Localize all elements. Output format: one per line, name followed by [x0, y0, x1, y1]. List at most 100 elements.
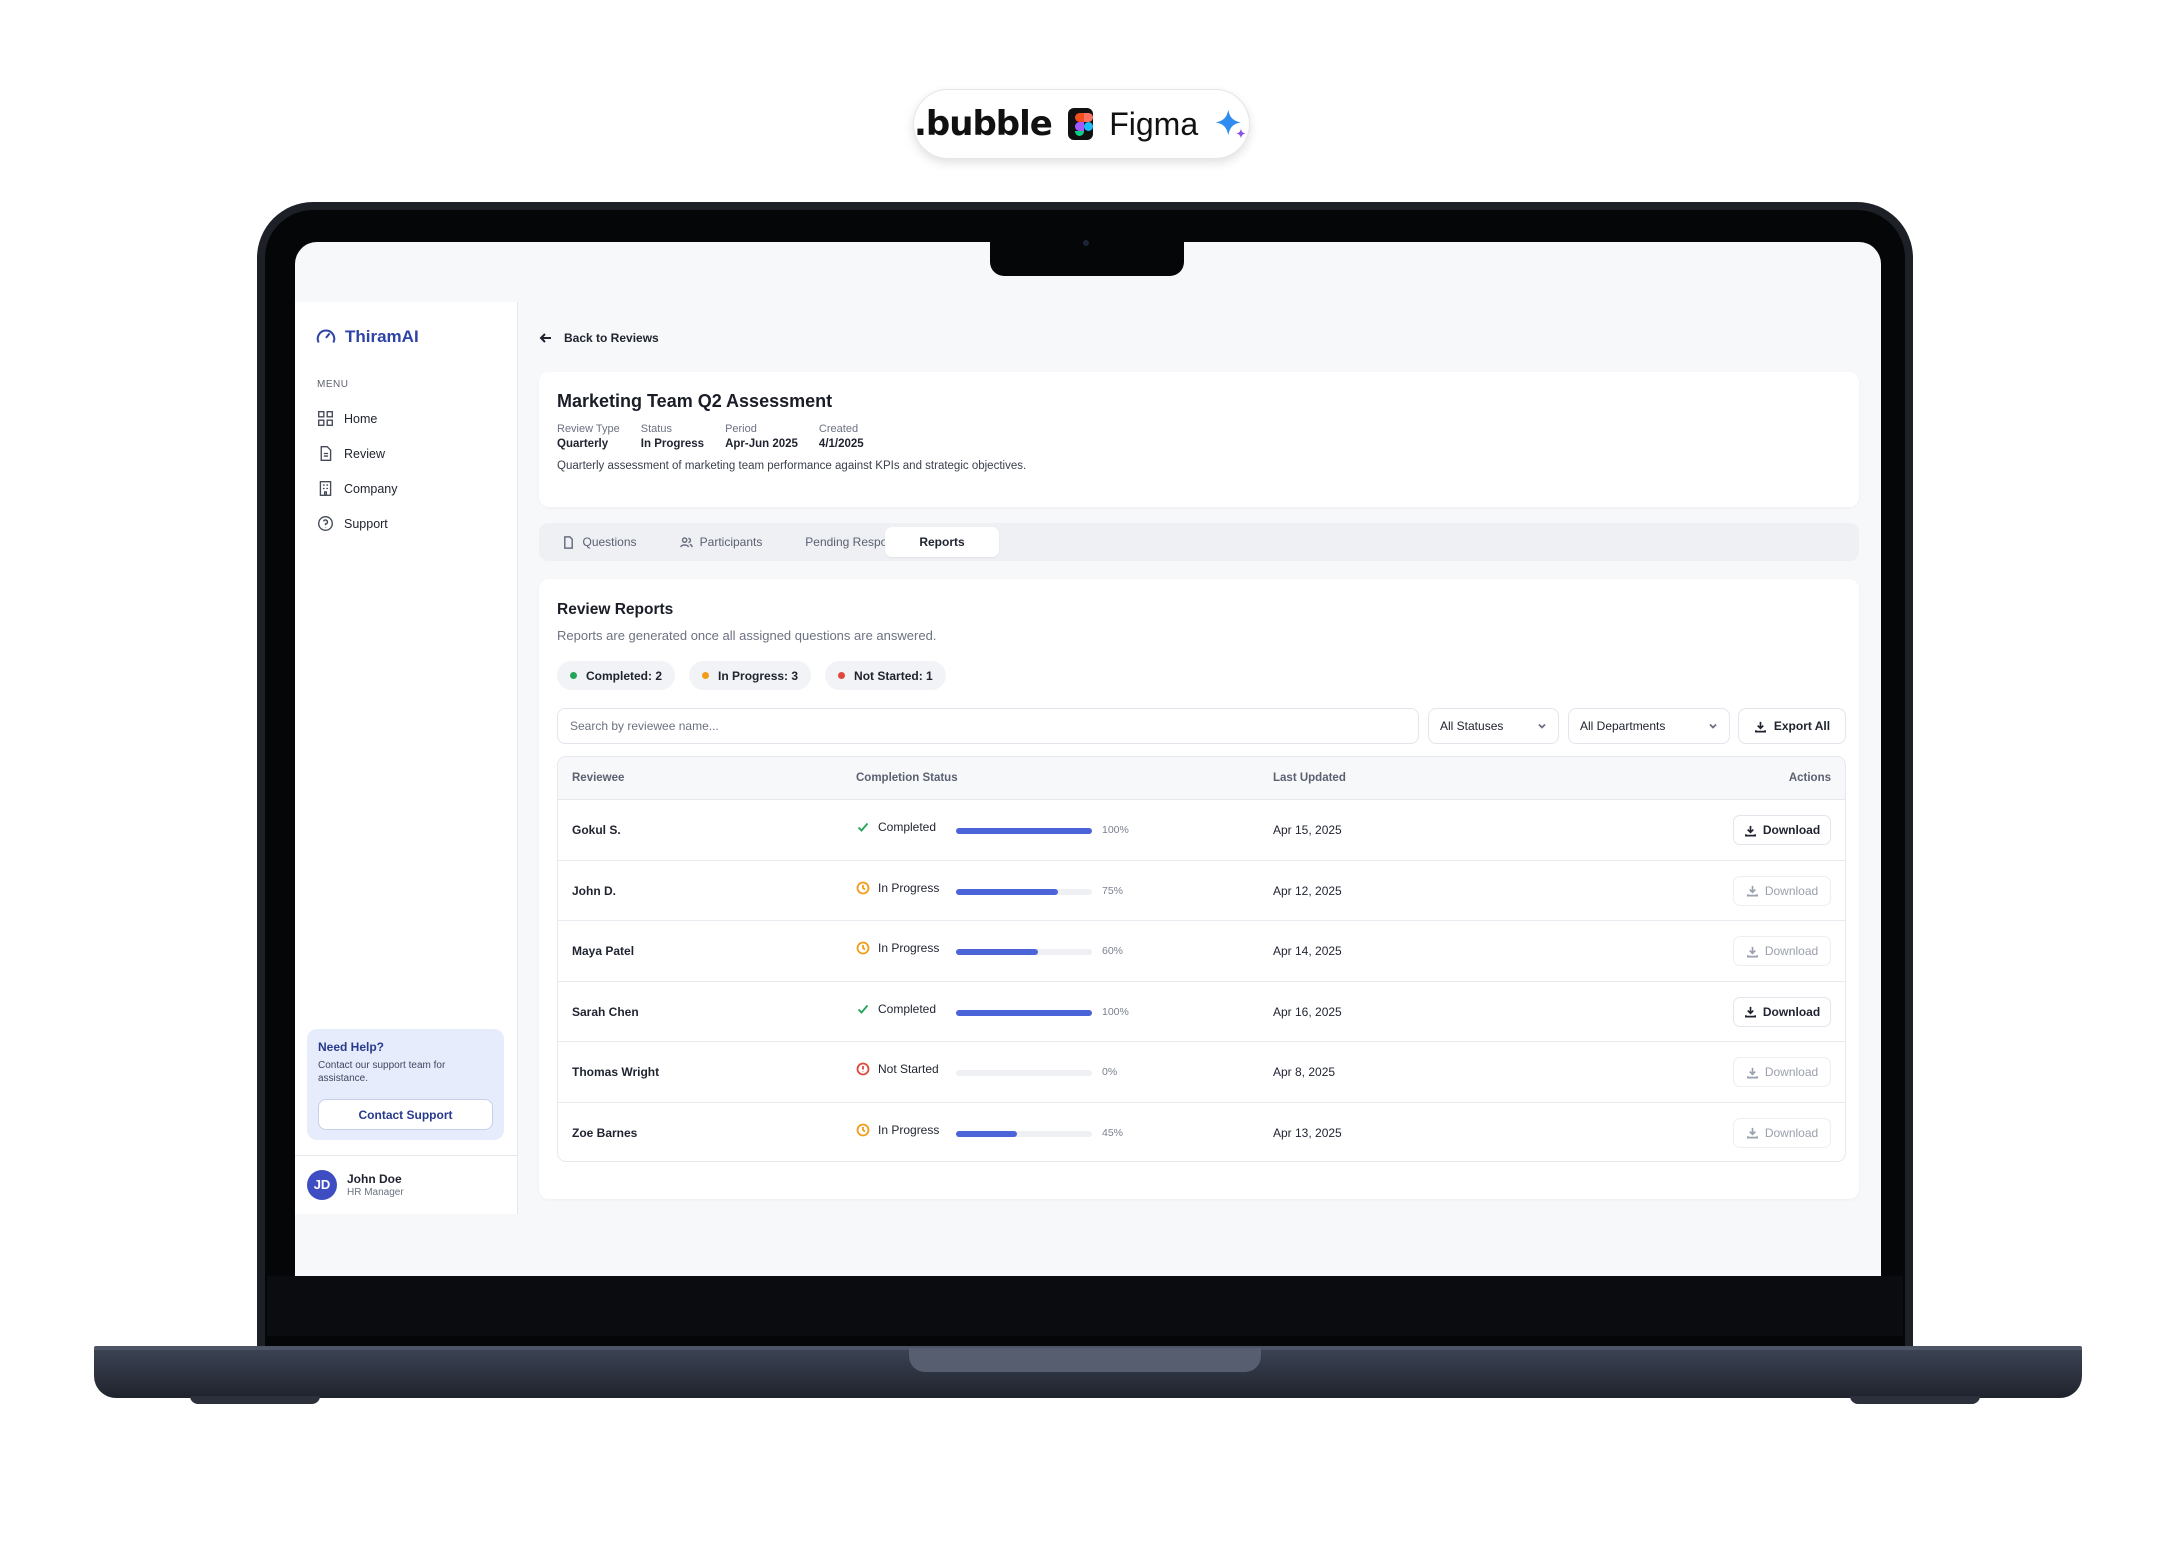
download-label: Download: [1764, 883, 1819, 898]
column-actions: Actions: [1788, 772, 1831, 784]
back-to-reviews-link[interactable]: Back to Reviews: [539, 331, 659, 345]
status-label: Completed: [878, 1001, 937, 1016]
completion-status: In Progress: [856, 881, 939, 895]
figma-icon: [1067, 108, 1094, 140]
contact-support-button[interactable]: Contact Support: [318, 1099, 493, 1130]
table-row[interactable]: Maya Patel In Progress 60% Apr 14, 2025 …: [558, 921, 1845, 982]
progress-bar: [956, 1070, 1092, 1076]
status-label: Not Started: [878, 1062, 939, 1076]
sidebar-item-home[interactable]: Home: [317, 401, 398, 436]
sidebar: ThiramAI MENU Home Review Company Suppor…: [295, 302, 518, 1214]
brand-pill: .bubble Figma: [913, 89, 1250, 159]
progress-fill: [956, 1009, 1092, 1016]
table-row[interactable]: Sarah Chen Completed 100% Apr 16, 2025 D…: [558, 982, 1845, 1042]
progress-fill: [956, 1130, 1018, 1137]
progress-percent: 0%: [1102, 1066, 1118, 1078]
help-text: Contact our support team for assistance.: [318, 1060, 446, 1084]
last-updated: Apr 15, 2025: [1273, 823, 1342, 837]
completion-status: Completed: [856, 1002, 936, 1016]
progress-fill: [956, 888, 1058, 895]
check-icon: [857, 822, 869, 832]
users-icon: [679, 536, 693, 547]
tab-questions[interactable]: Questions: [543, 527, 656, 557]
export-all-button[interactable]: Export All: [1738, 708, 1846, 744]
download-label: Download: [1762, 1004, 1821, 1019]
download-button[interactable]: Download: [1733, 815, 1831, 845]
table-row[interactable]: John D. In Progress 75% Apr 12, 2025 Dow…: [558, 861, 1845, 921]
download-label: Download: [1764, 1065, 1819, 1079]
sidebar-item-label: Company: [344, 481, 398, 496]
meta-created: Created 4/1/2025: [818, 423, 864, 450]
tab-reports[interactable]: Reports: [885, 527, 999, 557]
status-label: In Progress: [878, 941, 940, 955]
reviewee-name: Zoe Barnes: [572, 1125, 638, 1140]
reports-subtitle: Reports are generated once all assigned …: [557, 628, 937, 643]
reviewee-name: John D.: [572, 883, 616, 898]
download-button[interactable]: Download: [1733, 936, 1831, 966]
download-icon: [1746, 885, 1758, 897]
arrow-left-icon: [539, 333, 551, 343]
laptop-chin: [267, 1276, 1903, 1336]
department-filter-select[interactable]: All Departments: [1568, 708, 1730, 744]
status-label: In Progress: [878, 1122, 940, 1137]
table-header: Reviewee Completion Status Last Updated …: [558, 757, 1845, 800]
progress-bar: [956, 1009, 1092, 1016]
sidebar-item-label: Review: [344, 446, 385, 461]
app-logo[interactable]: ThiramAI: [315, 326, 419, 348]
last-updated: Apr 12, 2025: [1273, 883, 1342, 898]
tab-participants[interactable]: Participants: [656, 527, 786, 557]
document-icon: [320, 446, 332, 461]
completion-status: Not Started: [856, 1062, 939, 1076]
download-label: Download: [1764, 944, 1819, 958]
table-row[interactable]: Thomas Wright Not Started 0% Apr 8, 2025…: [558, 1042, 1845, 1103]
table-row[interactable]: Zoe Barnes In Progress 45% Apr 13, 2025 …: [558, 1103, 1845, 1162]
clock-icon: [856, 1123, 870, 1136]
download-button[interactable]: Download: [1733, 1057, 1831, 1087]
progress-bar: [956, 1130, 1092, 1137]
laptop-screen: ThiramAI MENU Home Review Company Suppor…: [295, 242, 1881, 1276]
progress-fill: [956, 949, 1038, 955]
page-title: Marketing Team Q2 Assessment: [557, 391, 833, 411]
figma-wordmark: Figma: [1109, 105, 1199, 142]
chevron-down-icon: [1709, 723, 1717, 729]
tab-bar: Questions Participants Pending Responses…: [539, 523, 1859, 561]
progress-percent: 100%: [1102, 824, 1129, 836]
status-label: Completed: [878, 820, 937, 834]
download-label: Download: [1762, 823, 1821, 837]
status-badge-in-progress: In Progress: 3: [689, 661, 812, 690]
sidebar-item-company[interactable]: Company: [317, 471, 398, 506]
download-icon: [1746, 1127, 1758, 1139]
progress-percent: 75%: [1102, 884, 1124, 897]
search-input[interactable]: Search by reviewee name...: [557, 708, 1419, 744]
sidebar-nav: Home Review Company Support: [317, 401, 398, 541]
menu-label: MENU: [317, 379, 349, 390]
completion-status: In Progress: [856, 1123, 939, 1137]
reports-table: Reviewee Completion Status Last Updated …: [557, 756, 1846, 1162]
review-reports-card: Review Reports Reports are generated onc…: [539, 579, 1859, 1199]
download-button[interactable]: Download: [1733, 996, 1831, 1027]
sidebar-item-support[interactable]: Support: [317, 506, 398, 541]
progress-fill: [956, 828, 1092, 834]
column-last-updated[interactable]: Last Updated: [1273, 772, 1346, 784]
user-profile[interactable]: JD John Doe HR Manager: [295, 1155, 517, 1213]
last-updated: Apr 16, 2025: [1273, 1004, 1342, 1019]
bubble-logo: .bubble: [914, 104, 1053, 144]
back-label: Back to Reviews: [564, 331, 659, 345]
clock-icon: [856, 881, 870, 894]
table-row[interactable]: Gokul S. Completed 100% Apr 15, 2025 Dow…: [558, 800, 1845, 861]
column-reviewee[interactable]: Reviewee: [572, 772, 624, 784]
status-filter-select[interactable]: All Statuses: [1428, 708, 1559, 744]
last-updated: Apr 8, 2025: [1273, 1065, 1336, 1079]
alert-circle-icon: [856, 1062, 870, 1076]
reviewee-name: Sarah Chen: [572, 1004, 639, 1019]
download-button[interactable]: Download: [1733, 1117, 1831, 1148]
sidebar-item-review[interactable]: Review: [317, 436, 398, 471]
review-description: Quarterly assessment of marketing team p…: [557, 460, 1027, 472]
reviewee-name: Gokul S.: [572, 823, 621, 837]
download-button[interactable]: Download: [1733, 875, 1831, 906]
building-icon: [319, 481, 332, 496]
download-icon: [1754, 721, 1766, 732]
column-completion-status[interactable]: Completion Status: [856, 772, 958, 784]
reviewee-name: Maya Patel: [572, 944, 635, 958]
sidebar-item-label: Home: [344, 411, 378, 426]
